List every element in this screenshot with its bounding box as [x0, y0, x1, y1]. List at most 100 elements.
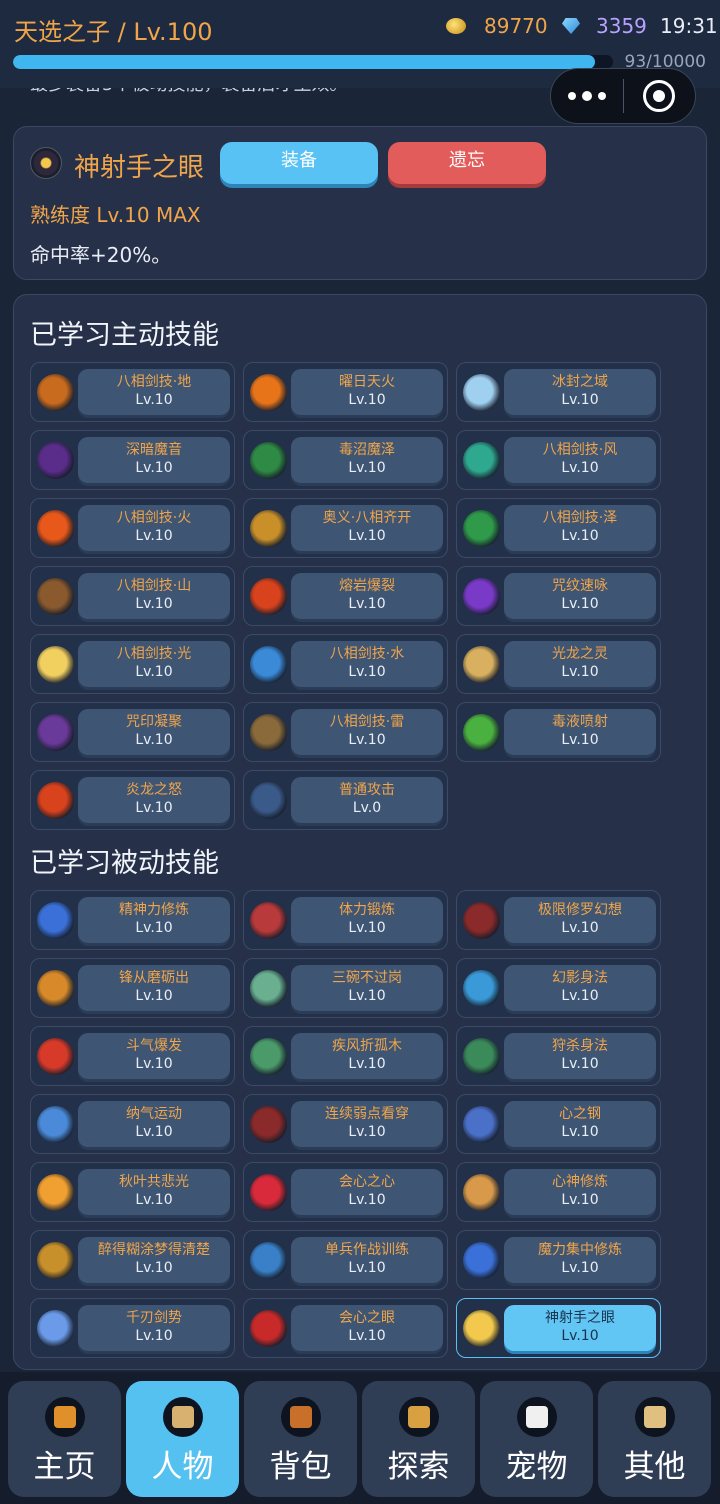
active-skill-card[interactable]: 八相剑技·风 Lv.10 — [456, 430, 661, 490]
passive-skill-card[interactable]: 单兵作战训练 Lv.10 — [243, 1230, 448, 1290]
skill-level: Lv.10 — [561, 1328, 599, 1344]
active-skill-card[interactable]: 深暗魔音 Lv.10 — [30, 430, 235, 490]
skill-button[interactable]: 纳气运动 Lv.10 — [78, 1101, 230, 1147]
passive-skill-card[interactable]: 会心之眼 Lv.10 — [243, 1298, 448, 1358]
passive-skill-card[interactable]: 魔力集中修炼 Lv.10 — [456, 1230, 661, 1290]
skill-button[interactable]: 醉得糊涂梦得清楚 Lv.10 — [78, 1237, 230, 1283]
skill-button[interactable]: 秋叶共悲光 Lv.10 — [78, 1169, 230, 1215]
skill-button[interactable]: 心神修炼 Lv.10 — [504, 1169, 656, 1215]
close-program-button[interactable] — [624, 80, 696, 112]
active-skill-card[interactable]: 咒印凝聚 Lv.10 — [30, 702, 235, 762]
passive-skill-card[interactable]: 疾风折孤木 Lv.10 — [243, 1026, 448, 1086]
active-skill-card[interactable]: 普通攻击 Lv.0 — [243, 770, 448, 830]
active-skill-card[interactable]: 冰封之域 Lv.10 — [456, 362, 661, 422]
passive-skill-card[interactable]: 三碗不过岗 Lv.10 — [243, 958, 448, 1018]
active-skill-card[interactable]: 毒液喷射 Lv.10 — [456, 702, 661, 762]
skill-button[interactable]: 八相剑技·火 Lv.10 — [78, 505, 230, 551]
passive-skill-card[interactable]: 醉得糊涂梦得清楚 Lv.10 — [30, 1230, 235, 1290]
skill-button[interactable]: 八相剑技·雷 Lv.10 — [291, 709, 443, 755]
skill-button[interactable]: 狩杀身法 Lv.10 — [504, 1033, 656, 1079]
skill-button[interactable]: 千刃剑势 Lv.10 — [78, 1305, 230, 1351]
passive-skill-card[interactable]: 精神力修炼 Lv.10 — [30, 890, 235, 950]
skill-level: Lv.10 — [135, 732, 173, 748]
passive-skill-card[interactable]: 狩杀身法 Lv.10 — [456, 1026, 661, 1086]
active-skill-card[interactable]: 八相剑技·山 Lv.10 — [30, 566, 235, 626]
skill-button[interactable]: 光龙之灵 Lv.10 — [504, 641, 656, 687]
active-skill-card[interactable]: 八相剑技·火 Lv.10 — [30, 498, 235, 558]
skill-button[interactable]: 毒液喷射 Lv.10 — [504, 709, 656, 755]
skill-level: Lv.10 — [561, 1192, 599, 1208]
active-skill-card[interactable]: 咒纹速咏 Lv.10 — [456, 566, 661, 626]
passive-skill-card[interactable]: 纳气运动 Lv.10 — [30, 1094, 235, 1154]
active-skill-card[interactable]: 毒沼魔泽 Lv.10 — [243, 430, 448, 490]
active-skill-card[interactable]: 八相剑技·泽 Lv.10 — [456, 498, 661, 558]
nav-tab[interactable]: 人物 — [126, 1381, 239, 1497]
skill-level: Lv.10 — [135, 1260, 173, 1276]
equip-button[interactable]: 装备 — [220, 142, 378, 184]
active-skill-card[interactable]: 曜日天火 Lv.10 — [243, 362, 448, 422]
passive-skill-card[interactable]: 心之钢 Lv.10 — [456, 1094, 661, 1154]
skill-button[interactable]: 极限修罗幻想 Lv.10 — [504, 897, 656, 943]
passive-skill-card[interactable]: 连续弱点看穿 Lv.10 — [243, 1094, 448, 1154]
active-skill-card[interactable]: 炎龙之怒 Lv.10 — [30, 770, 235, 830]
skill-button[interactable]: 连续弱点看穿 Lv.10 — [291, 1101, 443, 1147]
active-skill-card[interactable]: 奥义·八相齐开 Lv.10 — [243, 498, 448, 558]
nav-tab[interactable]: 背包 — [244, 1381, 357, 1497]
active-skill-card[interactable]: 光龙之灵 Lv.10 — [456, 634, 661, 694]
active-skill-card[interactable]: 八相剑技·地 Lv.10 — [30, 362, 235, 422]
skill-button[interactable]: 普通攻击 Lv.0 — [291, 777, 443, 823]
skill-button[interactable]: 精神力修炼 Lv.10 — [78, 897, 230, 943]
nav-tab[interactable]: 宠物 — [480, 1381, 593, 1497]
skill-button[interactable]: 心之钢 Lv.10 — [504, 1101, 656, 1147]
skill-button[interactable]: 炎龙之怒 Lv.10 — [78, 777, 230, 823]
passive-skill-card[interactable]: 斗气爆发 Lv.10 — [30, 1026, 235, 1086]
nav-tab[interactable]: 主页 — [8, 1381, 121, 1497]
skill-button[interactable]: 体力锻炼 Lv.10 — [291, 897, 443, 943]
skill-button[interactable]: 单兵作战训练 Lv.10 — [291, 1237, 443, 1283]
skill-button[interactable]: 曜日天火 Lv.10 — [291, 369, 443, 415]
asura-icon — [463, 902, 500, 939]
skill-button[interactable]: 冰封之域 Lv.10 — [504, 369, 656, 415]
skill-button[interactable]: 锋从磨砺出 Lv.10 — [78, 965, 230, 1011]
passive-skill-card[interactable]: 千刃剑势 Lv.10 — [30, 1298, 235, 1358]
passive-skill-card[interactable]: 秋叶共悲光 Lv.10 — [30, 1162, 235, 1222]
active-skill-card[interactable]: 八相剑技·雷 Lv.10 — [243, 702, 448, 762]
skill-button[interactable]: 三碗不过岗 Lv.10 — [291, 965, 443, 1011]
skill-button[interactable]: 幻影身法 Lv.10 — [504, 965, 656, 1011]
passive-skill-card[interactable]: 锋从磨砺出 Lv.10 — [30, 958, 235, 1018]
passive-skill-card[interactable]: 幻影身法 Lv.10 — [456, 958, 661, 1018]
skill-button[interactable]: 神射手之眼 Lv.10 — [504, 1305, 656, 1351]
skill-button[interactable]: 奥义·八相齐开 Lv.10 — [291, 505, 443, 551]
skill-button[interactable]: 八相剑技·水 Lv.10 — [291, 641, 443, 687]
passive-skill-card[interactable]: 神射手之眼 Lv.10 — [456, 1298, 661, 1358]
paw-icon — [517, 1397, 557, 1437]
active-skill-card[interactable]: 八相剑技·水 Lv.10 — [243, 634, 448, 694]
skill-button[interactable]: 八相剑技·泽 Lv.10 — [504, 505, 656, 551]
skill-button[interactable]: 会心之心 Lv.10 — [291, 1169, 443, 1215]
skill-button[interactable]: 八相剑技·山 Lv.10 — [78, 573, 230, 619]
passive-skill-card[interactable]: 心神修炼 Lv.10 — [456, 1162, 661, 1222]
active-skill-card[interactable]: 八相剑技·光 Lv.10 — [30, 634, 235, 694]
active-skill-card[interactable]: 熔岩爆裂 Lv.10 — [243, 566, 448, 626]
skill-button[interactable]: 八相剑技·光 Lv.10 — [78, 641, 230, 687]
skill-button[interactable]: 熔岩爆裂 Lv.10 — [291, 573, 443, 619]
skill-name: 纳气运动 — [126, 1106, 182, 1122]
passive-skill-card[interactable]: 极限修罗幻想 Lv.10 — [456, 890, 661, 950]
skill-button[interactable]: 会心之眼 Lv.10 — [291, 1305, 443, 1351]
passive-skill-card[interactable]: 会心之心 Lv.10 — [243, 1162, 448, 1222]
skill-button[interactable]: 深暗魔音 Lv.10 — [78, 437, 230, 483]
skill-button[interactable]: 咒纹速咏 Lv.10 — [504, 573, 656, 619]
skill-button[interactable]: 八相剑技·地 Lv.10 — [78, 369, 230, 415]
more-menu-button[interactable] — [551, 69, 623, 123]
nav-tab[interactable]: 其他 — [598, 1381, 711, 1497]
passive-skill-card[interactable]: 体力锻炼 Lv.10 — [243, 890, 448, 950]
skill-button[interactable]: 魔力集中修炼 Lv.10 — [504, 1237, 656, 1283]
skill-button[interactable]: 八相剑技·风 Lv.10 — [504, 437, 656, 483]
skill-button[interactable]: 毒沼魔泽 Lv.10 — [291, 437, 443, 483]
skill-level: Lv.10 — [561, 988, 599, 1004]
skill-button[interactable]: 疾风折孤木 Lv.10 — [291, 1033, 443, 1079]
forget-button[interactable]: 遗忘 — [388, 142, 546, 184]
nav-tab[interactable]: 探索 — [362, 1381, 475, 1497]
skill-button[interactable]: 咒印凝聚 Lv.10 — [78, 709, 230, 755]
skill-button[interactable]: 斗气爆发 Lv.10 — [78, 1033, 230, 1079]
